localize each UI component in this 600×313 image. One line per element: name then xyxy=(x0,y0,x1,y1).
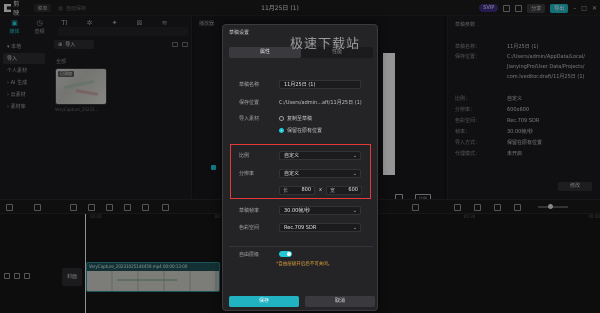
free-layer-row: 自由层级 xyxy=(239,249,379,259)
free-layer-toggle[interactable] xyxy=(279,251,292,257)
draft-name-label: 草稿名称 xyxy=(239,81,260,88)
color-space-value: Rec.709 SDR xyxy=(284,224,317,231)
copy-to-draft-label: 复制至草稿 xyxy=(287,115,313,122)
import-material-label: 导入素材 xyxy=(239,115,260,122)
save-location-value: C:/Users/admin...aft/11月25日 (1) xyxy=(279,99,362,106)
chevron-down-icon: ⌄ xyxy=(352,224,357,231)
fps-row: 草稿帧率 30.00帧/秒 ⌄ xyxy=(239,205,379,215)
chevron-down-icon: ⌄ xyxy=(352,207,357,214)
cancel-button[interactable]: 取消 xyxy=(305,296,375,307)
fps-select[interactable]: 30.00帧/秒 ⌄ xyxy=(279,205,361,215)
divider xyxy=(229,246,373,247)
draft-name-input[interactable]: 11月25日 (1) xyxy=(279,79,361,89)
highlight-box xyxy=(230,144,371,199)
import-row-2: 保留在原有位置 xyxy=(239,125,379,135)
dialog-title: 草稿设置 xyxy=(229,30,250,36)
keep-original-radio[interactable]: 保留在原有位置 xyxy=(279,127,322,134)
watermark-text: 极速下载站 xyxy=(290,37,361,52)
free-layer-hint: *自由层级开启后不可关闭。 xyxy=(276,262,333,267)
save-location-row: 保存位置 C:/Users/admin...aft/11月25日 (1) xyxy=(239,97,379,107)
keep-original-label: 保留在原有位置 xyxy=(287,127,323,134)
color-space-row: 色彩空间 Rec.709 SDR ⌄ xyxy=(239,222,379,232)
fps-label: 草稿帧率 xyxy=(239,207,260,214)
import-row: 导入素材 复制至草稿 xyxy=(239,113,379,123)
save-location-label: 保存位置 xyxy=(239,99,260,106)
save-button[interactable]: 保存 xyxy=(229,296,299,307)
color-space-select[interactable]: Rec.709 SDR ⌄ xyxy=(279,222,361,232)
fps-value: 30.00帧/秒 xyxy=(284,207,310,214)
color-space-label: 色彩空间 xyxy=(239,224,260,231)
free-layer-label: 自由层级 xyxy=(239,251,260,258)
radio-on-icon xyxy=(279,127,284,133)
draft-name-row: 草稿名称 11月25日 (1) xyxy=(239,79,379,89)
radio-off-icon xyxy=(279,115,284,121)
copy-to-draft-radio[interactable]: 复制至草稿 xyxy=(279,115,312,122)
